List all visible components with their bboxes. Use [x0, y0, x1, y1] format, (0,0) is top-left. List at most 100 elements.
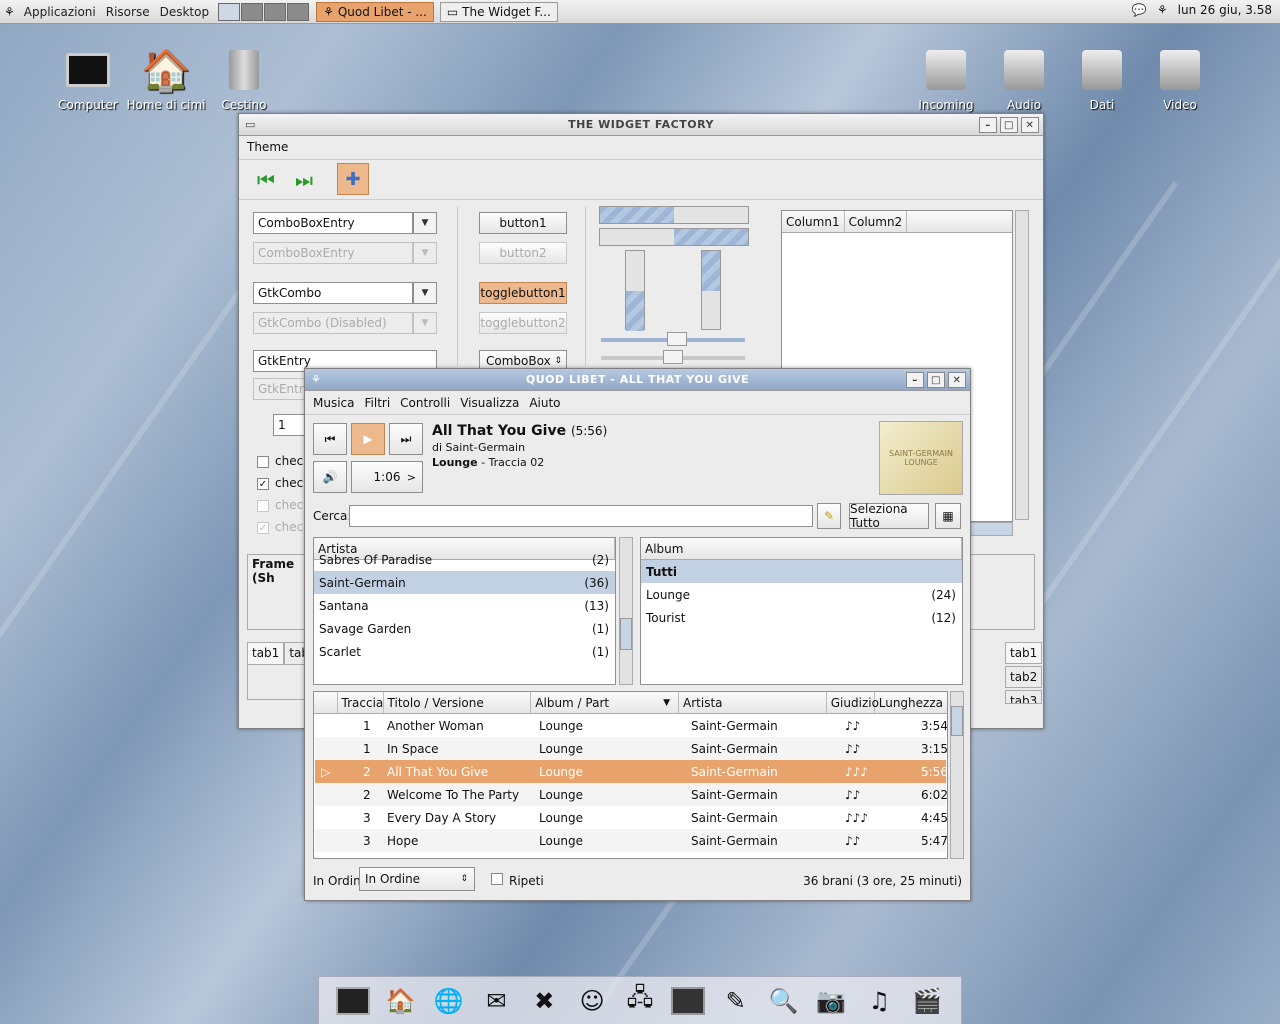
monitor-icon[interactable]: [668, 981, 708, 1021]
home-icon[interactable]: 🏠: [381, 981, 421, 1021]
chat-icon[interactable]: ✖: [524, 981, 564, 1021]
menu-places[interactable]: Risorse: [101, 5, 155, 19]
minimize-button[interactable]: –: [906, 372, 924, 388]
checkbox-2[interactable]: ✓: [257, 478, 269, 490]
scrollbar-horizontal[interactable]: [969, 522, 1013, 536]
slider-1[interactable]: [601, 332, 745, 346]
chat-tray-icon[interactable]: 💬: [1132, 3, 1147, 17]
tab2-right[interactable]: tab2: [1005, 666, 1043, 688]
table-row[interactable]: 1 Another Woman Lounge Saint-Germain ♪♪ 3:54: [315, 714, 947, 737]
comboboxentry[interactable]: ComboBoxEntry: [253, 212, 413, 234]
col-artista[interactable]: Artista: [679, 692, 827, 713]
music-icon[interactable]: ♫: [859, 981, 899, 1021]
search-input[interactable]: [349, 505, 813, 527]
globe-icon[interactable]: 🌐: [429, 981, 469, 1021]
messenger-icon[interactable]: ☺: [572, 981, 612, 1021]
tab1[interactable]: tab1: [247, 642, 285, 664]
close-button[interactable]: ✕: [1021, 117, 1039, 133]
foot-icon[interactable]: ⚘: [0, 5, 19, 19]
table-row[interactable]: ▷ 2 All That You Give Lounge Saint-Germain ♪♪…: [315, 760, 947, 783]
previous-button[interactable]: ⏮: [313, 423, 347, 455]
col-giudizio[interactable]: Giudizio: [827, 692, 879, 713]
search-icon[interactable]: 🔍: [764, 981, 804, 1021]
clear-search-button[interactable]: ✎: [817, 503, 841, 529]
minimize-button[interactable]: –: [979, 117, 997, 133]
col-album[interactable]: Album / Part ▼: [531, 692, 680, 713]
table-row[interactable]: 2 Welcome To The Party Lounge Saint-Germain…: [315, 783, 947, 806]
gtkcombo[interactable]: GtkCombo: [253, 282, 413, 304]
first-icon[interactable]: ⏮: [257, 168, 275, 192]
last-icon[interactable]: ⏭: [295, 168, 313, 192]
volume-button[interactable]: 🔊: [313, 461, 347, 493]
checkbox-1[interactable]: [257, 456, 269, 468]
menu-visualizza[interactable]: Visualizza: [460, 396, 519, 410]
menu-aiuto[interactable]: Aiuto: [529, 396, 560, 410]
select-all-button[interactable]: Seleziona Tutto: [849, 502, 929, 530]
video-icon[interactable]: 🎬: [907, 981, 947, 1021]
workspace-2[interactable]: [241, 2, 264, 21]
workspace-3[interactable]: [264, 2, 287, 21]
desktop-icon-video[interactable]: Video: [1140, 46, 1220, 112]
song-scrollbar[interactable]: [950, 691, 964, 859]
scrollbar-vertical[interactable]: [1015, 210, 1029, 520]
add-icon[interactable]: ✚: [337, 163, 369, 195]
editor-icon[interactable]: ✎: [716, 981, 756, 1021]
desktop-icon-home[interactable]: 🏠 Home di cimi: [126, 46, 206, 113]
desktop-icon-computer[interactable]: Computer: [48, 46, 128, 112]
table-row[interactable]: 3 Every Day A Story Lounge Saint-Germain ♪♪♪…: [315, 806, 947, 829]
desktop-icon-trash[interactable]: Cestino: [204, 46, 284, 112]
task-widget-factory[interactable]: ▭ The Widget F...: [439, 1, 558, 22]
maximize-button[interactable]: □: [1000, 117, 1018, 133]
table-row[interactable]: 3 Hope Lounge Saint-Germain ♪♪ 5:47: [315, 829, 947, 852]
desktop-icon-audio[interactable]: Audio: [984, 46, 1064, 112]
col-titolo[interactable]: Titolo / Versione: [384, 692, 532, 713]
desktop-icon-incoming[interactable]: Incoming: [906, 46, 986, 112]
artist-row[interactable]: Savage Garden (1): [314, 617, 615, 640]
browser-toggle-button[interactable]: ▦: [935, 503, 961, 529]
artist-row[interactable]: Santana (13): [314, 594, 615, 617]
menu-filtri[interactable]: Filtri: [365, 396, 391, 410]
album-cover[interactable]: SAINT-GERMAIN LOUNGE: [879, 421, 963, 495]
artist-pane[interactable]: Artista Sabres Of Paradise (2) Saint-Germa…: [313, 537, 616, 685]
album-row[interactable]: Tutti: [641, 560, 962, 583]
task-quodlibet[interactable]: ⚘ Quod Libet - ...: [316, 1, 434, 22]
col-lunghezza[interactable]: Lunghezza: [875, 692, 947, 713]
menu-musica[interactable]: Musica: [313, 396, 355, 410]
quodlibet-titlebar[interactable]: ⚘ QUOD LIBET - ALL THAT YOU GIVE – □ ✕: [305, 369, 970, 391]
play-button[interactable]: ▶: [351, 423, 385, 455]
menu-applications[interactable]: Applicazioni: [19, 5, 101, 19]
seek-button[interactable]: 1:06 >: [351, 461, 423, 493]
quodlibet-tray-icon[interactable]: ⚘: [1157, 3, 1168, 17]
menu-desktop[interactable]: Desktop: [155, 5, 215, 19]
window-menu-icon[interactable]: ▭: [245, 118, 256, 131]
togglebutton1[interactable]: togglebutton1: [479, 282, 567, 304]
mail-icon[interactable]: ✉: [476, 981, 516, 1021]
chevron-down-icon[interactable]: ▼: [413, 212, 437, 234]
col-traccia[interactable]: Traccia: [338, 692, 384, 713]
workspace-pager[interactable]: [218, 2, 310, 21]
workspace-1[interactable]: [218, 2, 241, 21]
quodlibet-icon[interactable]: ⚘: [311, 373, 321, 386]
repeat-checkbox[interactable]: [491, 873, 503, 885]
album-row[interactable]: Tourist (12): [641, 606, 962, 629]
button1[interactable]: button1: [479, 212, 567, 234]
close-button[interactable]: ✕: [948, 372, 966, 388]
clock[interactable]: lun 26 giu, 3.58: [1178, 3, 1272, 17]
artist-scrollbar[interactable]: [619, 537, 633, 685]
maximize-button[interactable]: □: [927, 372, 945, 388]
desktop-icon-dati[interactable]: Dati: [1062, 46, 1142, 112]
menu-theme[interactable]: Theme: [247, 140, 288, 154]
song-list[interactable]: Traccia Titolo / Versione Album / Part ▼ …: [313, 691, 948, 859]
artist-row[interactable]: Scarlet (1): [314, 640, 615, 663]
chevron-down-icon[interactable]: ▼: [413, 282, 437, 304]
tab1-right[interactable]: tab1: [1005, 642, 1043, 664]
album-pane[interactable]: Album Tutti Lounge (24) Tourist (12): [640, 537, 963, 685]
widget-factory-titlebar[interactable]: ▭ THE WIDGET FACTORY – □ ✕: [239, 114, 1043, 136]
slider-2[interactable]: [601, 350, 745, 364]
album-row[interactable]: Lounge (24): [641, 583, 962, 606]
order-combo[interactable]: In Ordine ⇕: [359, 867, 475, 891]
artist-row[interactable]: Sabres Of Paradise (2): [314, 548, 615, 571]
next-button[interactable]: ⏭: [389, 423, 423, 455]
tab3-right[interactable]: tab3: [1005, 690, 1043, 704]
table-row[interactable]: 1 In Space Lounge Saint-Germain ♪♪ 3:15: [315, 737, 947, 760]
